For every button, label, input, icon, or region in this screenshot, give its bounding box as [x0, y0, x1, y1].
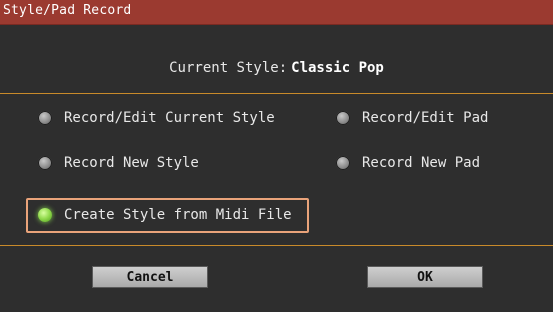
dialog-title: Style/Pad Record	[3, 3, 132, 18]
ok-button[interactable]: OK	[367, 266, 483, 288]
option-record-new-pad[interactable]: Record New Pad	[336, 152, 480, 174]
radio-icon	[336, 156, 350, 170]
title-bar: Style/Pad Record	[0, 0, 553, 25]
current-style-value: Classic Pop	[291, 60, 384, 76]
cancel-button[interactable]: Cancel	[92, 266, 208, 288]
radio-icon	[336, 111, 350, 125]
option-label: Record New Pad	[362, 155, 481, 171]
option-label: Record New Style	[64, 155, 199, 171]
current-style-line: Current Style: Classic Pop	[0, 60, 553, 76]
option-record-edit-pad[interactable]: Record/Edit Pad	[336, 107, 488, 129]
radio-selected-icon	[38, 208, 52, 222]
top-divider	[0, 93, 553, 94]
radio-icon	[38, 111, 52, 125]
option-record-edit-current-style[interactable]: Record/Edit Current Style	[38, 107, 275, 129]
option-create-style-from-midi-file[interactable]: Create Style from Midi File	[38, 204, 292, 226]
option-label: Record/Edit Pad	[362, 110, 489, 126]
radio-icon	[38, 156, 52, 170]
bottom-divider	[0, 245, 553, 246]
current-style-label: Current Style:	[169, 60, 288, 76]
option-record-new-style[interactable]: Record New Style	[38, 152, 199, 174]
style-pad-record-dialog: Style/Pad Record Current Style: Classic P…	[0, 0, 553, 312]
option-label: Create Style from Midi File	[64, 207, 292, 223]
option-label: Record/Edit Current Style	[64, 110, 275, 126]
